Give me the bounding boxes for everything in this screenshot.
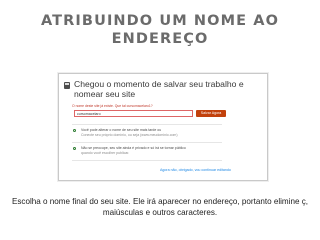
info-subline: Conecte seu próprio domínio, ou seja (ww… [81,132,178,137]
continue-editing-link[interactable]: Agora não, obrigado, vou continuar edita… [160,168,231,172]
divider [72,160,222,161]
check-icon [73,147,76,150]
info-text: Não se preocupe, seu site ainda é privad… [81,146,231,155]
slide-caption: Escolha o nome final do seu site. Ele ir… [11,197,309,217]
save-now-button[interactable]: Salvar Agora [196,110,226,117]
check-icon [73,129,76,132]
info-subline: quando você escolher publicar. [81,150,130,155]
save-dialog-screenshot: Chegou o momento de salvar seu trabalho … [58,73,268,181]
dialog-title: Chegou o momento de salvar seu trabalho … [74,79,244,99]
info-text: Você pode alterar o nome de seu site mai… [81,128,231,137]
site-name-input[interactable] [74,110,193,117]
slide-title: ATRIBUINDO UM NOME AO ENDEREÇO [40,13,280,47]
save-icon [64,82,70,89]
name-taken-error: O nome deste site já existe. Que tal cur… [72,104,153,108]
divider [72,142,222,143]
divider [72,124,222,125]
